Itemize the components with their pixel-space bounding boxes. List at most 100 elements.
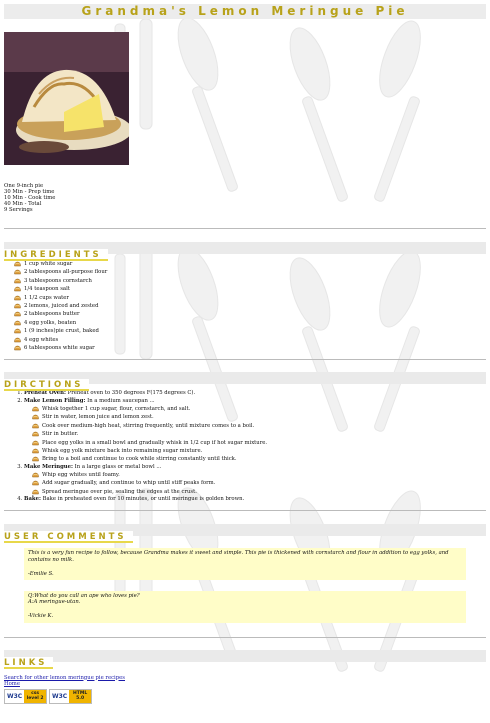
pie-bullet-icon (32, 481, 39, 486)
list-item: Stir in water, lemon juice and lemon zes… (32, 413, 486, 421)
list-item: Stir in butter. (32, 430, 486, 438)
step-text: In a medium saucepan ... (85, 397, 155, 404)
pie-bullet-icon (14, 270, 21, 275)
links-title: LINKS (4, 656, 54, 669)
list-item-text: Whisk together 1 cup sugar, flour, corns… (42, 405, 191, 412)
list-item: 2 tablespoons butter (14, 310, 486, 318)
links-section: Search for other lemon meringue pie reci… (4, 675, 486, 704)
pie-bullet-icon (32, 415, 39, 420)
comments-title: USER COMMENTS (4, 531, 133, 544)
comments-heading: USER COMMENTS (4, 524, 486, 544)
list-item-text: 1/4 teaspoon salt (24, 286, 70, 293)
list-item: 3 tablespoons cornstarch (14, 277, 486, 285)
list-item-text: Cook over medium-high heat, stirring fre… (42, 422, 255, 429)
list-item: 4 egg yolks, beaten (14, 319, 486, 327)
recipe-meta: One 9-inch pie 30 Min - Prep time 10 Min… (4, 183, 486, 213)
ingredients-list: 1 cup white sugar 2 tablespoons all-purpo… (4, 260, 486, 352)
pie-bullet-icon (14, 312, 21, 317)
list-item-text: 3 tablespoons cornstarch (24, 277, 92, 284)
w3c-logo-text: W3C (52, 692, 68, 700)
step-text: In a large glass or metal bowl ... (72, 463, 162, 470)
meringue-substeps: Whip egg whites until foamy. Add sugar gr… (24, 471, 486, 496)
list-item: 2 tablespoons all-purpose flour (14, 268, 486, 276)
lemon-filling-substeps: Whisk together 1 cup sugar, flour, corns… (24, 405, 486, 464)
list-item: Add sugar gradually, and continue to whi… (32, 479, 486, 487)
step-label: Make Lemon Filling: (24, 397, 86, 404)
list-item-text: 2 tablespoons all-purpose flour (24, 269, 108, 276)
list-item: 1 1/2 cups water (14, 294, 486, 302)
list-item: 6 tablespoons white sugar (14, 344, 486, 352)
directions-title: DIRCTIONS (4, 379, 90, 392)
meta-servings: 9 Servings (4, 207, 33, 213)
pie-bullet-icon (14, 320, 21, 326)
pie-photo (4, 32, 129, 165)
home-link[interactable]: Home (4, 681, 486, 687)
list-item-text: 2 lemons, juiced and zested (24, 303, 99, 310)
list-item-text: Stir in butter. (42, 431, 79, 438)
ingredients-heading: INGREDIENTS (4, 242, 486, 261)
step-meringue: Make Meringue: In a large glass or metal… (24, 464, 486, 496)
pie-bullet-icon (32, 489, 39, 494)
list-item: Whisk together 1 cup sugar, flour, corns… (32, 405, 486, 413)
list-item: 2 lemons, juiced and zested (14, 302, 486, 310)
pie-bullet-icon (14, 278, 21, 284)
badge-line-2: 5.0 (76, 696, 85, 702)
comment-text: This is a very fun recipe to follow, bec… (28, 550, 449, 563)
pie-bullet-icon (14, 303, 21, 309)
w3c-logo-text: W3C (7, 692, 23, 700)
list-item-text: Add sugar gradually, and continue to whi… (42, 480, 216, 487)
list-item-text: Place egg yolks in a small bowl and grad… (42, 439, 268, 446)
pie-bullet-icon (32, 440, 39, 445)
list-item-text: 6 tablespoons white sugar (24, 345, 95, 352)
list-item: 1 (9 inches)pie crust, baked (14, 327, 486, 335)
comment-signature: -Vickie K. (28, 613, 54, 620)
list-item-text: Whisk egg yolk mixture back into remaini… (42, 447, 203, 454)
comment-emilie: This is a very fun recipe to follow, bec… (24, 548, 466, 580)
page-content: Grandma's Lemon Meringue Pie One 9-inch … (0, 4, 490, 704)
list-item-text: Stir in water, lemon juice and lemon zes… (42, 414, 154, 421)
pie-bullet-icon (32, 431, 39, 437)
pie-bullet-icon (14, 328, 21, 334)
list-item: Bring to a boil and continue to cook whi… (32, 455, 486, 463)
step-preheat: Preheat Oven: Preheat oven to 350 degree… (24, 390, 486, 397)
list-item-text: 2 tablespoons butter (24, 311, 80, 318)
pie-bullet-icon (14, 345, 21, 351)
step-lemon-filling: Make Lemon Filling: In a medium saucepan… (24, 398, 486, 464)
list-item-text: 1 cup white sugar (24, 261, 73, 267)
divider (4, 359, 486, 361)
list-item: Place egg yolks in a small bowl and grad… (32, 439, 486, 447)
list-item: Whisk egg yolk mixture back into remaini… (32, 447, 486, 455)
css-badge-label: css level 2 (24, 689, 46, 703)
links-heading: LINKS (4, 649, 486, 669)
divider (4, 636, 486, 638)
list-item-text: Bring to a boil and continue to cook whi… (42, 456, 237, 463)
divider (4, 510, 486, 512)
validator-badges: W3C css level 2 W3C HTML 5.0 (4, 688, 486, 704)
step-text: Bake in preheated oven for 10 minutes, o… (40, 496, 245, 503)
step-label: Bake: (24, 496, 41, 503)
pie-bullet-icon (14, 286, 21, 292)
list-item-text: 4 egg yolks, beaten (24, 319, 77, 326)
w3c-css-badge[interactable]: W3C css level 2 (4, 688, 47, 704)
list-item-text: 1 (9 inches)pie crust, baked (24, 328, 99, 335)
step-bake: Bake: Bake in preheated oven for 10 minu… (24, 496, 486, 503)
step-label: Make Meringue: (24, 463, 73, 470)
pie-bullet-icon (14, 337, 21, 342)
pie-bullet-icon (32, 406, 39, 412)
list-item: Cook over medium-high heat, stirring fre… (32, 422, 486, 430)
list-item: 4 egg whites (14, 336, 486, 344)
comment-answer: A:A meringue-utan. (28, 599, 81, 606)
directions-heading: DIRCTIONS (4, 372, 486, 392)
w3c-html-badge[interactable]: W3C HTML 5.0 (49, 688, 92, 704)
list-item: 1 cup white sugar (14, 260, 486, 268)
comment-signature: -Emilie S. (28, 570, 54, 577)
list-item: Whip egg whites until foamy. (32, 471, 486, 479)
pie-bullet-icon (14, 295, 21, 300)
list-item-text: 4 egg whites (24, 336, 59, 343)
list-item-text: 1 1/2 cups water (24, 294, 69, 301)
pie-bullet-icon (32, 457, 39, 462)
page-title: Grandma's Lemon Meringue Pie (4, 4, 486, 19)
list-item: 1/4 teaspoon salt (14, 285, 486, 293)
list-item-text: Spread meringue over pie, sealing the ed… (42, 488, 197, 495)
list-item-text: Whip egg whites until foamy. (42, 471, 120, 478)
